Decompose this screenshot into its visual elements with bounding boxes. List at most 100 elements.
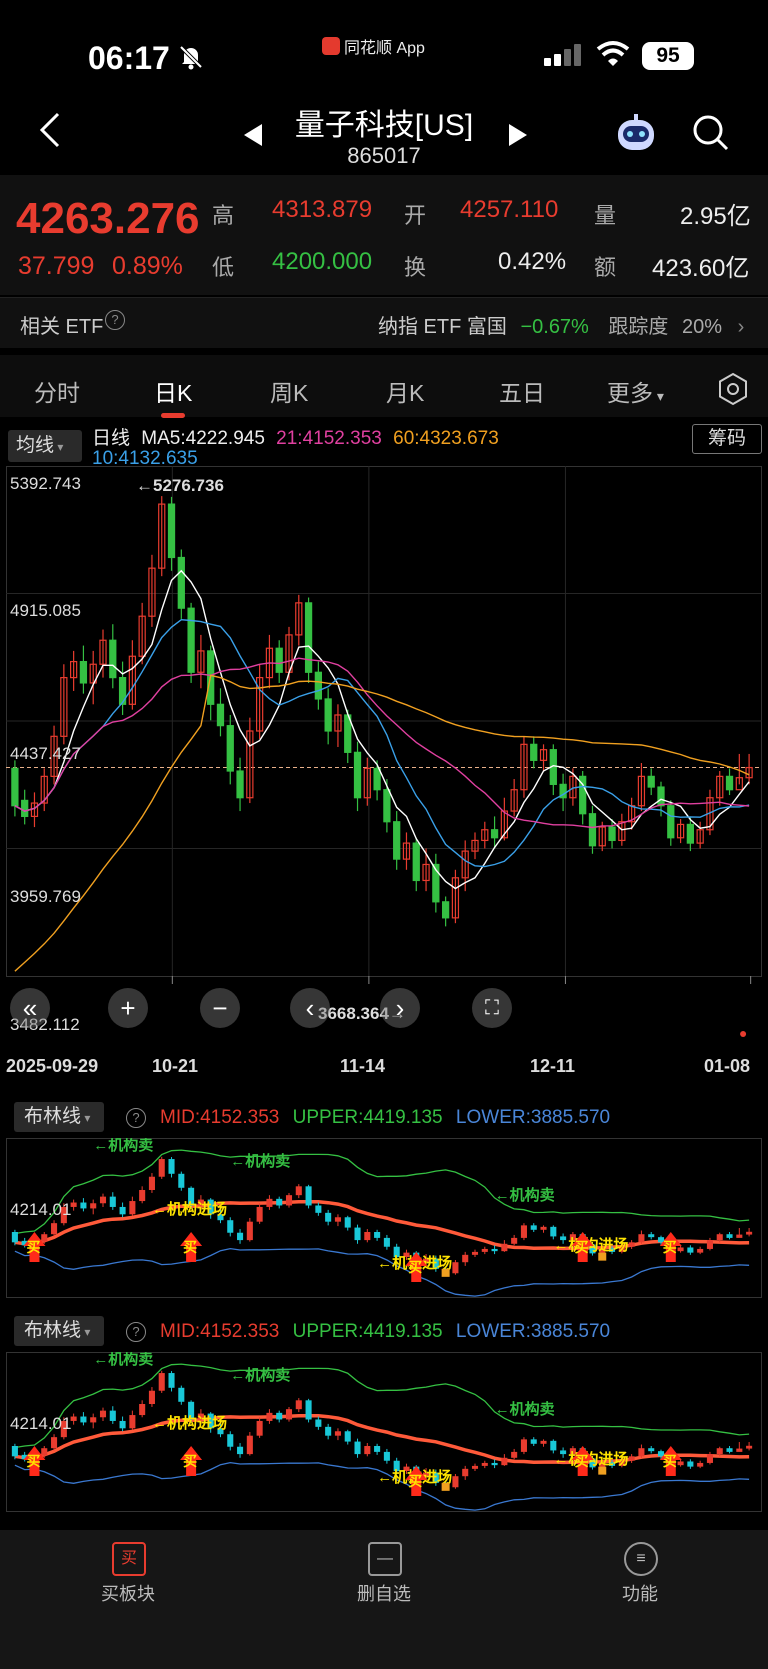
signal-sell-label: ←机构卖	[93, 1352, 153, 1368]
boll-candle-body	[374, 1232, 381, 1238]
boll-legend-1: MID:4152.353 UPPER:4419.135 LOWER:3885.5…	[160, 1107, 610, 1129]
boll-candle-body	[266, 1412, 273, 1421]
low-value: 4200.000	[272, 248, 373, 275]
etf-label: 相关 ETF	[20, 316, 104, 338]
search-icon[interactable]	[692, 114, 730, 152]
boll-candle-body	[452, 1476, 459, 1488]
help-icon[interactable]: ?	[126, 1108, 146, 1128]
fullscreen-icon[interactable]: ⛶	[472, 988, 512, 1028]
boll-candle-body	[276, 1412, 283, 1420]
amount-label: 额	[594, 255, 617, 280]
boll-candle-body	[354, 1227, 361, 1241]
boll-candle-body	[354, 1441, 361, 1455]
candle-body	[226, 725, 234, 772]
boll-candle-body	[471, 1251, 479, 1255]
remove-watchlist-button[interactable]: —	[368, 1542, 402, 1576]
tab-more[interactable]: 更多 ▾	[607, 374, 664, 408]
functions-button[interactable]: ≡	[624, 1542, 658, 1576]
tab-weekly[interactable]: 周K	[270, 374, 308, 408]
boll-candle-body	[51, 1437, 58, 1449]
price-axis-4: 3959.769	[10, 887, 81, 906]
candle-body	[324, 698, 332, 732]
boll-candle-body	[237, 1446, 244, 1455]
candle-body	[187, 607, 195, 673]
help-icon[interactable]: ?	[105, 310, 125, 330]
boll-candle-body	[11, 1446, 18, 1457]
candlestick-chart[interactable]	[6, 466, 762, 1041]
settings-hexagon-icon[interactable]	[716, 372, 750, 406]
signal-sell-label: ←机构卖	[93, 1138, 153, 1154]
boll-candle-body	[530, 1225, 537, 1230]
boll-candle-body	[168, 1159, 175, 1174]
buy-signal-label: 买	[575, 1453, 589, 1469]
tab-intraday[interactable]: 分时	[34, 374, 80, 408]
chip-distribution-button[interactable]: 筹码	[692, 424, 762, 454]
boll-candle-body	[677, 1461, 684, 1466]
x-axis-label-2: 11-14	[340, 1056, 386, 1076]
zoom-out-icon[interactable]: −	[200, 988, 240, 1028]
boll-candle-body	[648, 1448, 655, 1452]
buy-signal-label: 买	[408, 1473, 422, 1489]
candle-body	[236, 770, 244, 799]
boll-candle-body	[109, 1410, 116, 1421]
etf-pct: −0.67%	[520, 316, 589, 338]
boll-candle-body	[540, 1440, 547, 1444]
functions-label[interactable]: 功能	[580, 1580, 700, 1606]
boll-candle-body	[168, 1373, 175, 1388]
indicator-selector-2[interactable]: 布林线 ▾	[14, 1316, 104, 1346]
ma-selector-label: 均线	[16, 435, 55, 456]
minus-square-icon: —	[368, 1542, 402, 1576]
bollinger-chart-1[interactable]: ←机构卖←机构卖←机构卖←机构进场←机构进场←机构进场买买买买买	[6, 1138, 762, 1298]
wifi-icon	[596, 41, 630, 66]
candle-body	[353, 751, 362, 799]
boll-candle-body	[178, 1173, 185, 1188]
etf-info[interactable]: 纳指 ETF 富国 −0.67% 跟踪度 20% ›	[378, 310, 744, 339]
robot-assistant-icon[interactable]	[614, 114, 658, 154]
boll-candle-body	[687, 1461, 694, 1467]
boll-candle-body	[677, 1247, 684, 1252]
scroll-left-icon[interactable]: ‹	[290, 988, 330, 1028]
candle-body	[11, 767, 19, 807]
help-icon[interactable]: ?	[126, 1322, 146, 1342]
boll-candle-body	[51, 1223, 58, 1235]
candle-body	[647, 775, 655, 788]
boll-candle-body	[99, 1196, 107, 1204]
tab-more-label: 更多	[607, 380, 653, 406]
scroll-left-fast-icon[interactable]: «	[10, 988, 50, 1028]
zoom-in-icon[interactable]: +	[108, 988, 148, 1028]
scroll-right-icon[interactable]: ›	[380, 988, 420, 1028]
price-axis-2: 4915.085	[10, 601, 81, 620]
boll-candle-body	[129, 1201, 136, 1215]
boll-candle-body	[148, 1390, 155, 1404]
battery-indicator: 95	[642, 42, 694, 70]
boll-candle-body	[178, 1387, 185, 1402]
x-axis-label-1: 10-21	[152, 1056, 199, 1076]
boll-candle-body	[246, 1221, 253, 1241]
boll-candle-body	[325, 1212, 332, 1222]
remove-watchlist-label[interactable]: 删自选	[324, 1580, 444, 1606]
indicator-selector-1[interactable]: 布林线 ▾	[14, 1102, 104, 1132]
marker-square	[441, 1482, 450, 1491]
caret-down-icon: ▾	[81, 1111, 91, 1125]
boll-candle-body	[334, 1217, 341, 1222]
tab-five-day[interactable]: 五日	[499, 374, 545, 408]
buy-sector-label[interactable]: 买板块	[68, 1580, 188, 1606]
tab-daily[interactable]: 日K	[154, 374, 192, 408]
bollinger-chart-2[interactable]: ←机构卖←机构卖←机构卖←机构进场←机构进场←机构进场买买买买买	[6, 1352, 762, 1512]
next-stock-arrow-icon[interactable]	[509, 124, 527, 146]
signal-enter-label: ←机构进场	[152, 1200, 227, 1218]
boll-candle-body	[687, 1247, 694, 1253]
buy-sector-button[interactable]: 买	[112, 1542, 146, 1576]
ma-selector[interactable]: 均线 ▾	[8, 430, 82, 462]
boll-candle-body	[746, 1231, 753, 1235]
boll-candle-body	[374, 1446, 381, 1452]
boll-candle-body	[462, 1254, 469, 1263]
boll-candle-body	[716, 1448, 723, 1455]
boll-candle-body	[256, 1206, 263, 1222]
boll-candle-body	[501, 1243, 508, 1252]
marker-square	[598, 1466, 607, 1475]
buy-signal-label: 买	[26, 1239, 40, 1255]
tab-monthly[interactable]: 月K	[386, 374, 424, 408]
app-badge[interactable]: 同花顺 App	[322, 34, 425, 58]
open-value: 4257.110	[460, 196, 559, 223]
